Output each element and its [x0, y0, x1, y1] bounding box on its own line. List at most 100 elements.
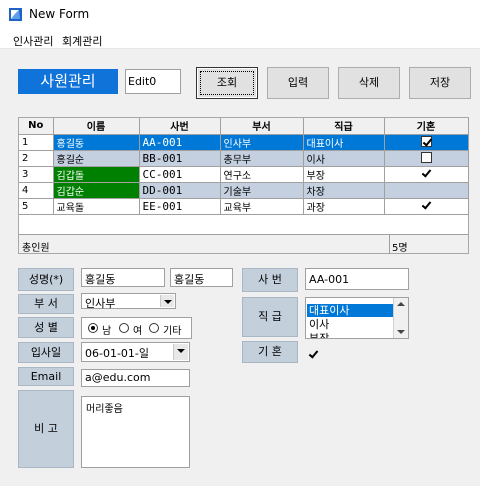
gender-other-label[interactable]: 기타 [163, 322, 181, 337]
col-header-rank[interactable]: 직급 [303, 118, 385, 135]
col-header-dept[interactable]: 부서 [220, 118, 304, 135]
table-row[interactable]: 3 김갑돌 CC-001 연구소 부장 [19, 166, 469, 183]
dept-combo[interactable]: 인사부 [81, 293, 176, 310]
cell-married[interactable] [384, 182, 469, 199]
join-date-picker[interactable]: 06-01-01-일 [81, 342, 190, 362]
cell-dept[interactable]: 총무부 [220, 150, 304, 167]
email-field[interactable]: a@edu.com [81, 369, 190, 387]
gender-male-label[interactable]: 남 [102, 322, 111, 337]
chevron-down-icon[interactable] [160, 295, 174, 307]
married-checkbox[interactable] [421, 168, 432, 179]
delete-button-label: 삭제 [358, 76, 380, 89]
join-date-value: 06-01-01-일 [85, 347, 150, 360]
email-label: Email [18, 367, 74, 386]
dept-label: 부 서 [18, 294, 74, 314]
join-date-label: 입사일 [18, 342, 74, 363]
calendar-dropdown-icon[interactable] [173, 344, 188, 360]
cell-married[interactable] [384, 134, 469, 151]
married-field-checkbox[interactable] [308, 349, 319, 360]
col-header-id[interactable]: 사번 [139, 118, 221, 135]
name-label: 성명(*) [18, 268, 74, 291]
delete-button[interactable]: 삭제 [338, 67, 400, 99]
col-header-name[interactable]: 이름 [53, 118, 140, 135]
search-button[interactable]: 조회 [196, 67, 258, 99]
cell-no: 1 [19, 134, 54, 151]
cell-name[interactable]: 교육돌 [53, 198, 140, 215]
cell-rank[interactable]: 부장 [303, 166, 385, 183]
name-field-2[interactable]: 홍길동 [170, 268, 233, 287]
employee-id-label: 사 번 [242, 268, 298, 292]
cell-rank[interactable]: 과장 [303, 198, 385, 215]
window-title: New Form [29, 7, 90, 21]
cell-id[interactable]: CC-001 [139, 166, 221, 183]
rank-scrollbar[interactable] [393, 298, 408, 338]
rank-option[interactable]: 부장 [307, 332, 393, 338]
gender-label: 성 별 [18, 317, 74, 338]
grid-footer: 총인원 5명 [19, 234, 468, 254]
cell-dept[interactable]: 기술부 [220, 182, 304, 199]
table-row[interactable]: 1 홍길동 AA-001 인사부 대표이사 [19, 134, 469, 151]
save-button[interactable]: 저장 [409, 67, 471, 99]
cell-married[interactable] [384, 150, 469, 167]
cell-id[interactable]: DD-001 [139, 182, 221, 199]
table-row[interactable]: 2 홍길순 BB-001 총무부 이사 [19, 150, 469, 167]
memo-field[interactable]: 머리좋음 [81, 396, 190, 468]
total-caption: 총인원 [22, 243, 50, 254]
rank-label: 직 급 [242, 297, 298, 337]
gender-radio-female[interactable] [119, 323, 129, 333]
total-count: 5명 [389, 235, 468, 254]
rank-option[interactable]: 대표이사 [307, 304, 393, 317]
title-bar: New Form [0, 0, 480, 30]
insert-button[interactable]: 입력 [267, 67, 329, 99]
married-checkbox[interactable] [421, 200, 432, 211]
cell-name[interactable]: 홍길동 [53, 134, 140, 151]
cell-married[interactable] [384, 198, 469, 215]
edit0-field[interactable]: Edit0 [125, 69, 181, 94]
insert-button-label: 입력 [287, 76, 309, 89]
married-checkbox[interactable] [420, 152, 432, 164]
employee-id-field[interactable]: AA-001 [305, 268, 409, 290]
page-title: 사원관리 [18, 69, 118, 94]
married-label: 기 혼 [242, 341, 298, 363]
col-header-married[interactable]: 기혼 [384, 118, 469, 135]
focus-ring [200, 71, 254, 95]
cell-dept[interactable]: 교육부 [220, 198, 304, 215]
dept-combo-value: 인사부 [85, 297, 116, 310]
cell-married[interactable] [384, 166, 469, 183]
name-field[interactable]: 홍길동 [81, 268, 165, 287]
menu-accounting[interactable]: 회계관리 [62, 33, 102, 49]
scroll-up-icon[interactable] [397, 302, 405, 306]
cell-id[interactable]: BB-001 [139, 150, 221, 167]
cell-id[interactable]: AA-001 [139, 134, 221, 151]
cell-id[interactable]: EE-001 [139, 198, 221, 215]
table-row[interactable]: 4 김갑순 DD-001 기술부 차장 [19, 182, 469, 199]
married-checkbox[interactable] [420, 136, 432, 148]
rank-listbox[interactable]: 대표이사 이사 부장 [305, 297, 409, 339]
cell-no: 5 [19, 198, 54, 215]
gender-radio-male[interactable] [88, 323, 98, 333]
cell-no: 4 [19, 182, 54, 199]
cell-rank[interactable]: 대표이사 [303, 134, 385, 151]
cell-dept[interactable]: 인사부 [220, 134, 304, 151]
cell-no: 3 [19, 166, 54, 183]
cell-name[interactable]: 김갑순 [53, 182, 140, 199]
cell-rank[interactable]: 이사 [303, 150, 385, 167]
cell-no: 2 [19, 150, 54, 167]
grid-header: No 이름 사번 부서 직급 기혼 [19, 118, 469, 135]
gender-female-label[interactable]: 여 [133, 322, 142, 337]
cell-rank[interactable]: 차장 [303, 182, 385, 199]
app-icon [9, 8, 22, 21]
save-button-label: 저장 [429, 76, 451, 89]
col-header-no[interactable]: No [19, 118, 54, 135]
gender-radio-other[interactable] [149, 323, 159, 333]
menu-bar: 인사관리 회계관리 [0, 30, 480, 49]
table-row[interactable]: 5 교육돌 EE-001 교육부 과장 [19, 198, 469, 215]
rank-option[interactable]: 이사 [307, 318, 393, 331]
cell-name[interactable]: 홍길순 [53, 150, 140, 167]
married-checkbox[interactable] [421, 184, 432, 195]
cell-name[interactable]: 김갑돌 [53, 166, 140, 183]
scroll-down-icon[interactable] [397, 330, 405, 334]
cell-dept[interactable]: 연구소 [220, 166, 304, 183]
employee-grid[interactable]: No 이름 사번 부서 직급 기혼 1 홍길동 AA-001 인사부 대표이사 … [18, 117, 469, 254]
menu-hr[interactable]: 인사관리 [13, 33, 53, 49]
